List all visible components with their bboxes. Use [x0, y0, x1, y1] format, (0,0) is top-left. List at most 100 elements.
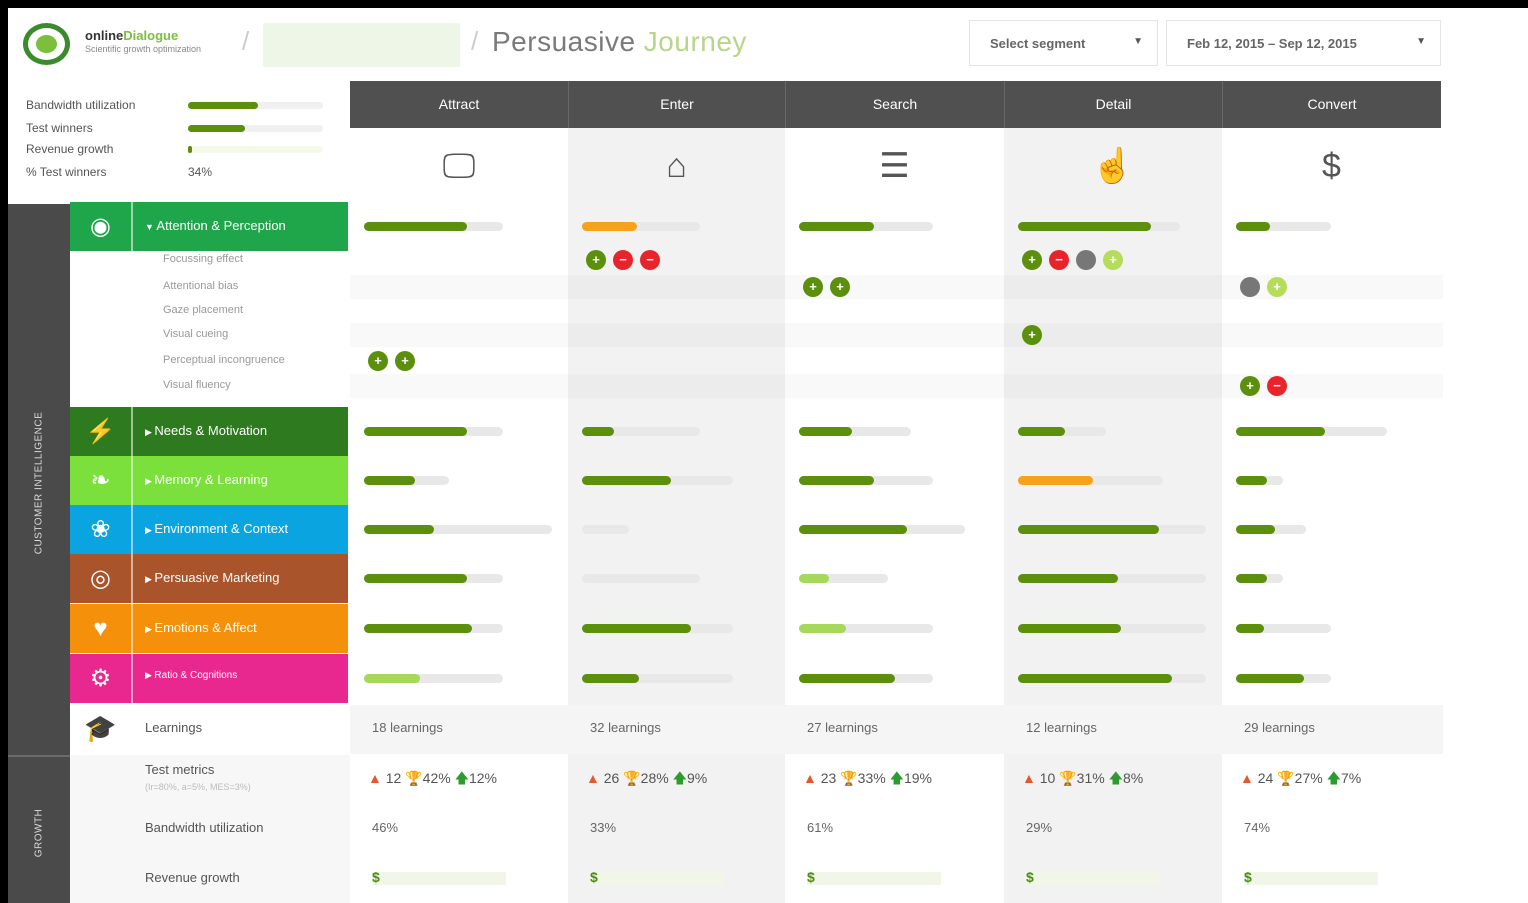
- score-bar[interactable]: [582, 624, 733, 633]
- score-bar[interactable]: [1236, 222, 1331, 231]
- score-bar[interactable]: [582, 476, 733, 485]
- learnings-count[interactable]: 27 learnings: [807, 720, 878, 735]
- score-bar[interactable]: [364, 476, 449, 485]
- score-bar[interactable]: [799, 476, 933, 485]
- flask-icon: ▲: [1022, 770, 1040, 786]
- score-bar[interactable]: [364, 222, 503, 231]
- score-bar-fill: [1018, 476, 1094, 485]
- test-status-dot[interactable]: −: [613, 250, 633, 270]
- category-ratio-cognitions[interactable]: ⚙ ▶ Ratio & Cognitions: [70, 654, 348, 703]
- learnings-count[interactable]: 32 learnings: [590, 720, 661, 735]
- score-bar[interactable]: [582, 525, 629, 534]
- subcategory-label[interactable]: Focussing effect: [163, 253, 243, 265]
- breadcrumb-separator: /: [471, 26, 479, 56]
- column-header-enter[interactable]: Enter: [568, 81, 785, 128]
- test-status-dot[interactable]: [1240, 277, 1260, 297]
- score-bar-fill: [1018, 525, 1159, 534]
- score-bar[interactable]: [1018, 624, 1206, 633]
- score-bar[interactable]: [1236, 427, 1387, 436]
- test-status-dot[interactable]: +: [830, 277, 850, 297]
- score-bar-fill: [1018, 674, 1173, 683]
- score-bar[interactable]: [1018, 427, 1106, 436]
- score-bar[interactable]: [1018, 525, 1206, 534]
- segment-select[interactable]: Select segment ▼: [969, 20, 1158, 66]
- score-bar[interactable]: [364, 574, 503, 583]
- score-bar[interactable]: [364, 525, 552, 534]
- score-bar[interactable]: [799, 222, 933, 231]
- learnings-count[interactable]: 18 learnings: [372, 720, 443, 735]
- score-bar[interactable]: [1018, 574, 1206, 583]
- flask-icon: ▲: [368, 770, 386, 786]
- chevron-down-icon: ▼: [1416, 36, 1426, 47]
- test-metrics: ▲ 23 🏆33% 🡅19%: [803, 768, 932, 792]
- flask-icon: ▲: [586, 770, 604, 786]
- home-icon: ⌂: [666, 147, 687, 185]
- subcategory-label[interactable]: Visual cueing: [163, 328, 228, 340]
- score-bar[interactable]: [799, 427, 911, 436]
- category-attention-perception[interactable]: ◉ ▼ Attention & Perception: [70, 202, 348, 251]
- learnings-count[interactable]: 12 learnings: [1026, 720, 1097, 735]
- score-bar[interactable]: [1236, 476, 1283, 485]
- bandwidth-value: 29%: [1026, 820, 1053, 835]
- score-bar-fill: [1018, 222, 1151, 231]
- category-needs-motivation[interactable]: ⚡ ▶ Needs & Motivation: [70, 407, 348, 456]
- score-bar[interactable]: [364, 624, 503, 633]
- score-bar[interactable]: [364, 427, 503, 436]
- column-header-convert[interactable]: Convert: [1222, 81, 1441, 128]
- test-status-dot[interactable]: +: [395, 351, 415, 371]
- test-status-dot[interactable]: +: [1022, 325, 1042, 345]
- caret-right-icon: ▶: [145, 427, 155, 437]
- revenue-growth-bar: $: [1026, 869, 1160, 885]
- score-bar[interactable]: [582, 222, 700, 231]
- breadcrumb-box[interactable]: [263, 23, 460, 67]
- date-range-select[interactable]: Feb 12, 2015 – Sep 12, 2015 ▼: [1166, 20, 1441, 66]
- score-bar[interactable]: [364, 674, 503, 683]
- score-bar[interactable]: [1236, 624, 1331, 633]
- score-bar[interactable]: [1236, 674, 1331, 683]
- score-bar[interactable]: [1018, 222, 1180, 231]
- score-bar[interactable]: [1236, 574, 1283, 583]
- column-header-search[interactable]: Search: [785, 81, 1004, 128]
- score-bar[interactable]: [1018, 674, 1206, 683]
- score-bar[interactable]: [1236, 525, 1306, 534]
- column-header-detail[interactable]: Detail: [1004, 81, 1222, 128]
- score-bar[interactable]: [799, 525, 965, 534]
- score-bar[interactable]: [582, 427, 700, 436]
- subcategory-label[interactable]: Visual fluency: [163, 379, 231, 391]
- learnings-count[interactable]: 29 learnings: [1244, 720, 1315, 735]
- test-status-dot[interactable]: −: [640, 250, 660, 270]
- test-status-dot[interactable]: −: [1267, 376, 1287, 396]
- score-bar-fill: [1236, 674, 1305, 683]
- revenue-growth-bar: $: [590, 869, 724, 885]
- score-bar-fill: [1236, 525, 1276, 534]
- test-status-dot[interactable]: +: [1267, 277, 1287, 297]
- category-memory-learning[interactable]: ❧ ▶ Memory & Learning: [70, 456, 348, 505]
- subcategory-label[interactable]: Perceptual incongruence: [163, 354, 285, 366]
- top-header: onlineDialogue Scientific growth optimiz…: [8, 8, 1528, 74]
- tests-count: 26: [603, 770, 620, 786]
- test-status-dot[interactable]: +: [1240, 376, 1260, 396]
- test-status-dot[interactable]: +: [1103, 250, 1123, 270]
- logo-icon[interactable]: [23, 23, 70, 65]
- test-status-dot[interactable]: [1076, 250, 1096, 270]
- subcategory-label[interactable]: Attentional bias: [163, 280, 238, 292]
- category-persuasive-marketing[interactable]: ◎ ▶ Persuasive Marketing: [70, 554, 348, 603]
- test-status-dot[interactable]: +: [586, 250, 606, 270]
- test-status-dot[interactable]: +: [368, 351, 388, 371]
- subcategory-label[interactable]: Gaze placement: [163, 304, 243, 316]
- test-status-dot[interactable]: +: [1022, 250, 1042, 270]
- category-emotions-affect[interactable]: ♥ ▶ Emotions & Affect: [70, 604, 348, 653]
- score-bar[interactable]: [799, 674, 933, 683]
- win-rate: 33%: [857, 770, 886, 786]
- score-bar[interactable]: [582, 674, 733, 683]
- score-bar[interactable]: [799, 624, 933, 633]
- score-bar[interactable]: [799, 574, 888, 583]
- stat-label: Bandwidth utilization: [26, 98, 136, 112]
- score-bar[interactable]: [1018, 476, 1163, 485]
- test-status-dot[interactable]: +: [803, 277, 823, 297]
- win-rate: 42%: [422, 770, 451, 786]
- column-header-attract[interactable]: Attract: [350, 81, 568, 128]
- category-environment-context[interactable]: ❀ ▶ Environment & Context: [70, 505, 348, 554]
- score-bar[interactable]: [582, 574, 700, 583]
- test-status-dot[interactable]: −: [1049, 250, 1069, 270]
